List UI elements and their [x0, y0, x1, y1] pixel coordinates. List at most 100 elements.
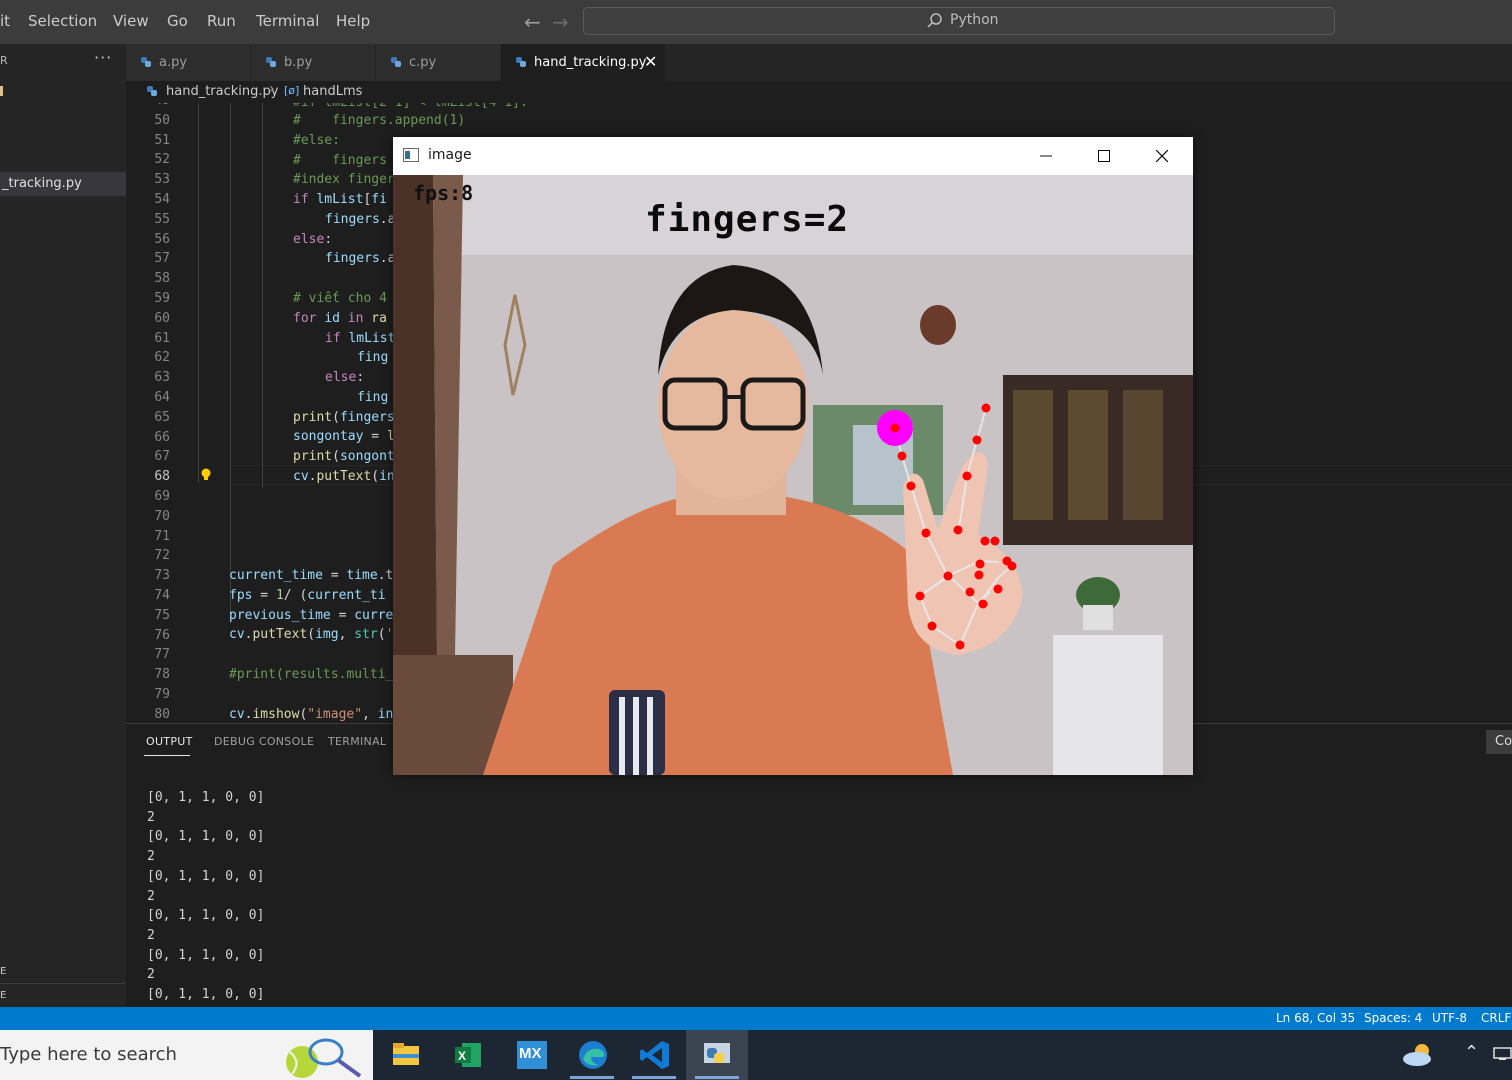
line-number: 65 — [154, 409, 170, 425]
menu-edit[interactable]: it — [0, 12, 10, 30]
line-number: 80 — [154, 706, 170, 722]
webcam-frame: fps:8 fingers=2 — [393, 175, 1193, 775]
panel-dropdown-label: Co — [1495, 734, 1512, 749]
weather-icon[interactable] — [1400, 1042, 1436, 1068]
output-line: 2 — [147, 888, 155, 904]
explorer-sidebar: R ··· _tracking.py E E — [0, 44, 126, 1007]
close-button[interactable] — [1133, 137, 1191, 175]
line-number: 70 — [154, 508, 170, 524]
line-number: 53 — [154, 172, 170, 188]
line-number: 62 — [154, 350, 170, 366]
timeline-section[interactable]: E — [0, 990, 6, 1001]
code-line: print(songont — [293, 449, 395, 464]
mx-icon[interactable]: MX — [502, 1030, 558, 1080]
sidebar-divider — [0, 983, 126, 984]
minimize-button[interactable] — [1017, 137, 1075, 175]
tab-c-py[interactable]: c.py — [376, 44, 501, 81]
lightbulb-icon[interactable] — [200, 468, 212, 482]
output-line: [0, 1, 1, 0, 0] — [147, 829, 265, 845]
menu-help[interactable]: Help — [336, 12, 370, 30]
chevron-up-icon[interactable]: ⌃ — [1464, 1042, 1479, 1063]
code-line: else: — [325, 370, 365, 385]
line-number: 72 — [154, 548, 170, 564]
line-number: 49 — [126, 103, 170, 108]
line-number: 71 — [154, 528, 170, 544]
outline-section[interactable]: E — [0, 966, 6, 977]
file-explorer-icon[interactable] — [378, 1030, 434, 1080]
close-tab-icon[interactable]: ✕ — [644, 52, 657, 71]
maximize-button[interactable] — [1075, 137, 1133, 175]
back-arrow-icon[interactable]: ← — [524, 10, 541, 34]
line-number: 78 — [154, 667, 170, 683]
menu-terminal[interactable]: Terminal — [256, 12, 319, 30]
forward-arrow-icon[interactable]: → — [552, 10, 569, 34]
excel-icon[interactable]: X — [440, 1030, 496, 1080]
command-center[interactable]: Python — [583, 7, 1335, 35]
output-line: [0, 1, 1, 0, 0] — [147, 868, 265, 884]
folder-marker — [0, 86, 3, 96]
line-number: 56 — [154, 231, 170, 247]
active-tab-indicator — [144, 755, 190, 756]
python-file-icon — [391, 57, 401, 67]
network-icon[interactable] — [1493, 1047, 1512, 1061]
explorer-file-item[interactable]: _tracking.py — [0, 172, 126, 196]
code-line: # fingers — [293, 153, 387, 168]
menu-view[interactable]: View — [113, 12, 149, 30]
image-window-titlebar[interactable]: image — [393, 137, 1193, 175]
editor-tab-bar: a.py b.py c.py hand_tracking.py ✕ — [126, 44, 1512, 81]
tab-hand-tracking-py[interactable]: hand_tracking.py ✕ — [501, 44, 666, 81]
tab-debug-console[interactable]: DEBUG CONSOLE — [214, 735, 314, 748]
menu-go[interactable]: Go — [167, 12, 188, 30]
webcam-image — [393, 175, 1193, 775]
tab-output[interactable]: OUTPUT — [146, 735, 193, 748]
panel-dropdown[interactable]: Co — [1486, 730, 1512, 754]
status-bar: Ln 68, Col 35 Spaces: 4 UTF-8 CRLF — [0, 1007, 1512, 1030]
fingers-count-overlay: fingers=2 — [645, 199, 850, 240]
indent-guide — [230, 103, 231, 623]
tab-a-py[interactable]: a.py — [126, 44, 251, 81]
vscode-icon[interactable] — [626, 1030, 682, 1080]
line-number: 77 — [154, 647, 170, 663]
code-line: cv.putText(in — [293, 469, 395, 484]
menu-run[interactable]: Run — [207, 12, 236, 30]
explorer-file-label: _tracking.py — [2, 176, 82, 191]
image-window[interactable]: image fps:8 fingers=2 — [393, 137, 1193, 775]
line-number: 50 — [154, 112, 170, 128]
indent-guide — [262, 103, 263, 488]
tab-b-py[interactable]: b.py — [251, 44, 376, 81]
cursor-position[interactable]: Ln 68, Col 35 — [1276, 1011, 1355, 1025]
output-line: [0, 1, 1, 0, 0] — [147, 987, 265, 1002]
edge-icon[interactable] — [564, 1030, 620, 1080]
code-line: cv.imshow("image", in — [229, 707, 394, 722]
command-center-text: Python — [950, 12, 999, 28]
line-number: 66 — [154, 429, 170, 445]
line-number: 75 — [154, 607, 170, 623]
output-line: 2 — [147, 967, 155, 983]
output-line: [0, 1, 1, 0, 0] — [147, 947, 265, 963]
python-file-icon — [266, 57, 276, 67]
encoding[interactable]: UTF-8 — [1432, 1011, 1467, 1025]
tab-label: a.py — [159, 55, 188, 70]
more-actions-icon[interactable]: ··· — [94, 48, 112, 67]
code-line: #index finger — [293, 172, 395, 187]
maximize-icon — [1098, 150, 1110, 162]
code-line: else: — [293, 232, 333, 247]
python-icon[interactable] — [689, 1030, 745, 1080]
code-line: fingers.a — [325, 212, 396, 227]
indentation[interactable]: Spaces: 4 — [1364, 1011, 1422, 1025]
menu-selection[interactable]: Selection — [28, 12, 97, 30]
code-line: current_time = time.t — [229, 568, 394, 583]
code-line: fing — [357, 390, 389, 405]
line-number: 55 — [154, 211, 170, 227]
breadcrumb-symbol[interactable]: handLms — [303, 84, 362, 99]
line-number: 58 — [154, 271, 170, 287]
running-indicator — [632, 1076, 676, 1079]
code-line: for id in ra — [293, 311, 387, 326]
code-line: # viết cho 4 — [293, 291, 387, 306]
taskbar-search[interactable]: Type here to search — [0, 1030, 373, 1080]
code-line: #if lmList[2 1] < lmList[4 1]: — [293, 103, 528, 110]
line-number: 63 — [154, 370, 170, 386]
end-of-line[interactable]: CRLF — [1481, 1011, 1511, 1025]
breadcrumb-file[interactable]: hand_tracking.py — [166, 84, 278, 99]
tab-terminal[interactable]: TERMINAL — [328, 735, 386, 748]
